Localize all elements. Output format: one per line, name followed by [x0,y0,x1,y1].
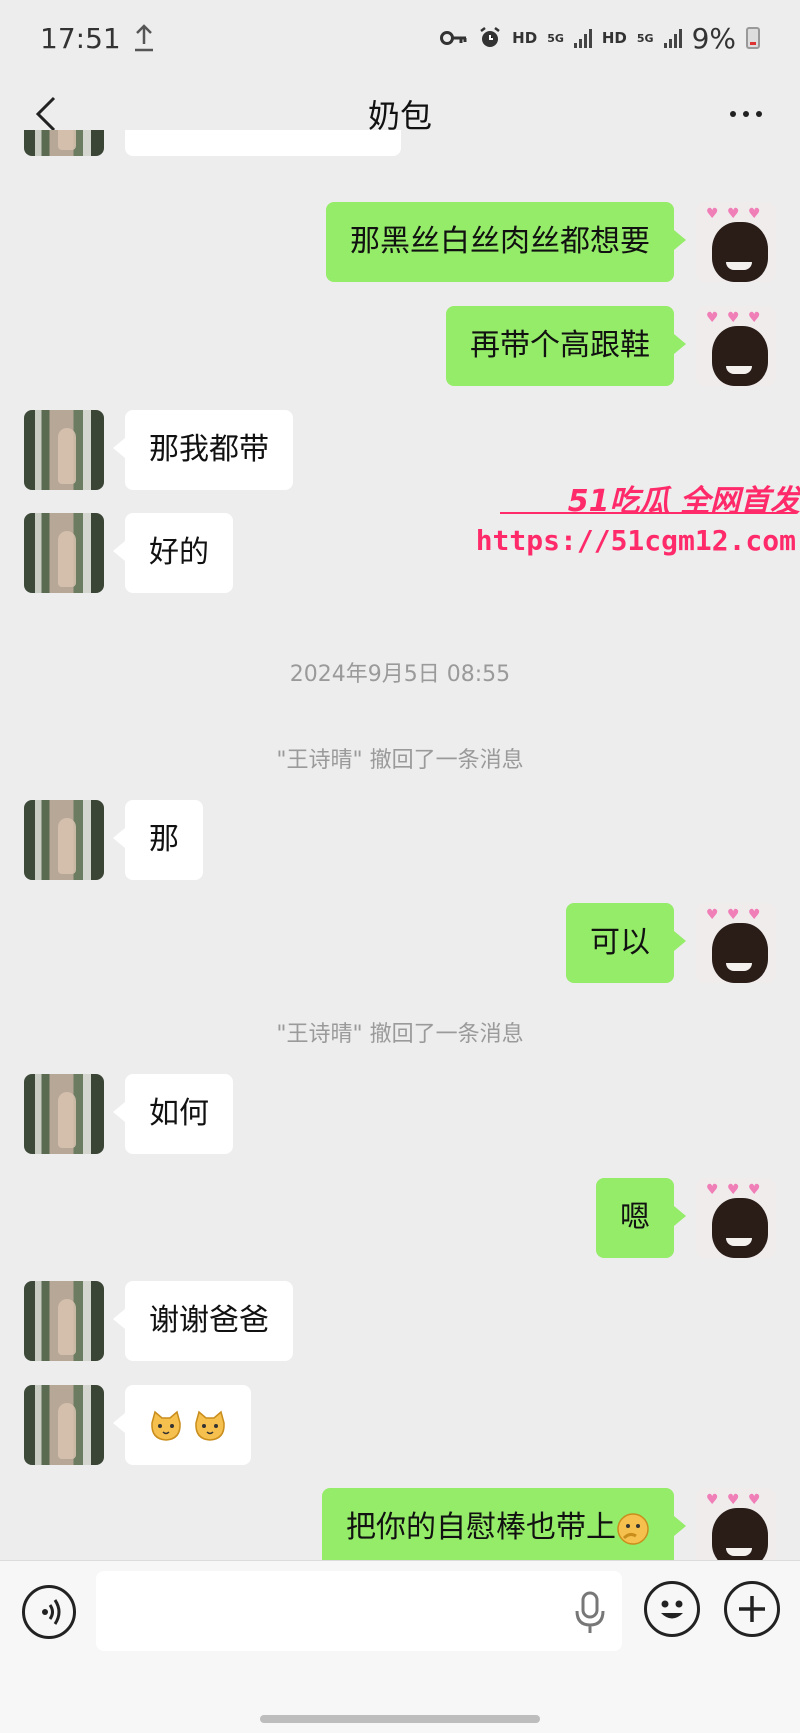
message-bubble[interactable]: 谢谢爸爸 [113,1281,293,1361]
signal-icon [573,28,592,48]
message-input[interactable] [96,1571,622,1651]
message-bubble[interactable]: 再带个高跟鞋 [446,306,686,386]
emoji-button[interactable] [644,1581,700,1637]
message-bubble[interactable] [113,1385,251,1465]
hd-label-2: HD [601,29,627,47]
network-label-2: 5G [636,31,654,45]
message-text: 把你的自慰棒也带上 [346,1510,616,1545]
voice-button[interactable] [22,1585,76,1639]
upload-icon [134,24,153,52]
message-row: 谢谢爸爸 [0,1281,800,1361]
home-indicator[interactable] [260,1715,540,1723]
hd-label-1: HD [512,29,538,47]
more-dot [743,111,749,117]
mic-button[interactable] [570,1591,610,1635]
watermark-divider [500,512,796,514]
hearts-decoration: ♥ ♥ ♥ [706,907,763,923]
message-row: 嗯 ♥ ♥ ♥ [0,1178,800,1258]
message-bubble[interactable]: 嗯 [596,1178,686,1258]
hearts-decoration: ♥ ♥ ♥ [706,310,763,326]
face-graphic [712,222,768,282]
cat-face-emoji [151,1410,181,1441]
self-avatar[interactable]: ♥ ♥ ♥ [696,202,776,282]
smile-graphic [726,1238,752,1246]
self-avatar[interactable]: ♥ ♥ ♥ [696,1178,776,1258]
contact-avatar[interactable] [24,800,104,880]
back-chevron-icon [35,96,56,132]
message-bubble[interactable] [125,130,401,156]
recall-notice: "王诗晴" 撤回了一条消息 [276,1022,524,1047]
mic-icon [575,1591,605,1633]
smile-graphic [726,366,752,374]
message-bubble[interactable]: 那 [113,800,203,880]
battery-percent: 9% [691,21,736,55]
contact-avatar[interactable] [24,1074,104,1154]
message-row: 把你的自慰棒也带上 ♥ ♥ ♥ [0,1488,800,1560]
message-bubble[interactable]: 可以 [566,903,686,983]
face-graphic [712,326,768,386]
message-row [0,1385,800,1465]
more-dots-icon [730,111,736,117]
hearts-decoration: ♥ ♥ ♥ [706,1492,763,1508]
face-graphic [712,923,768,983]
message-row: 可以 ♥ ♥ ♥ [0,903,800,983]
watermark: 51吃瓜 全网首发 https://51cgm12.com [476,476,800,557]
key-icon [440,31,467,45]
self-avatar[interactable]: ♥ ♥ ♥ [696,1488,776,1560]
message-row [0,130,800,156]
smile-graphic [726,1548,752,1556]
smile-graphic [726,262,752,270]
message-bubble[interactable]: 如何 [113,1074,233,1154]
message-row: 那黑丝白丝肉丝都想要 ♥ ♥ ♥ [0,202,800,282]
contact-avatar[interactable] [24,1385,104,1465]
watermark-url: https://51cgm12.com [475,524,796,557]
face-graphic [712,1198,768,1258]
status-time: 17:51 [40,21,121,55]
message-bubble[interactable]: 那我都带 [113,410,293,490]
message-bubble[interactable]: 好的 [113,513,233,593]
self-avatar[interactable]: ♥ ♥ ♥ [696,306,776,386]
input-bar [0,1560,800,1733]
plus-icon [739,1596,765,1622]
alarm-icon [480,27,500,47]
contact-avatar[interactable] [24,410,104,490]
chat-area[interactable]: 那黑丝白丝肉丝都想要 ♥ ♥ ♥ 再带个高跟鞋 ♥ ♥ ♥ 那我都带 好的 20… [0,130,800,1560]
hearts-decoration: ♥ ♥ ♥ [706,206,763,222]
battery-icon [746,27,760,49]
message-bubble[interactable]: 把你的自慰棒也带上 [322,1488,686,1560]
plus-button[interactable] [724,1581,780,1637]
smile-graphic [726,963,752,971]
hearts-decoration: ♥ ♥ ♥ [706,1182,763,1198]
status-left: 17:51 [40,22,155,55]
timestamp: 2024年9月5日 08:55 [289,662,511,687]
emoji-icon [661,1600,683,1619]
contact-avatar[interactable] [24,130,104,156]
contact-avatar[interactable] [24,1281,104,1361]
message-row: 如何 [0,1074,800,1154]
status-right: HD 5G HD 5G 9% [440,22,760,55]
signal-icon-2 [663,28,682,48]
message-row: 再带个高跟鞋 ♥ ♥ ♥ [0,306,800,386]
network-label-1: 5G [547,31,564,45]
message-bubble[interactable]: 那黑丝白丝肉丝都想要 [326,202,686,282]
thinking-face-emoji [617,1512,649,1545]
message-row: 那 [0,800,800,880]
contact-avatar[interactable] [24,513,104,593]
self-avatar[interactable]: ♥ ♥ ♥ [696,903,776,983]
status-bar: 17:51 HD 5G HD 5G 9% [0,0,800,76]
more-button[interactable] [722,98,770,130]
recall-notice: "王诗晴" 撤回了一条消息 [276,748,524,773]
voice-icon [42,1599,61,1625]
cat-face-emoji [194,1410,225,1441]
more-dot [756,111,762,117]
